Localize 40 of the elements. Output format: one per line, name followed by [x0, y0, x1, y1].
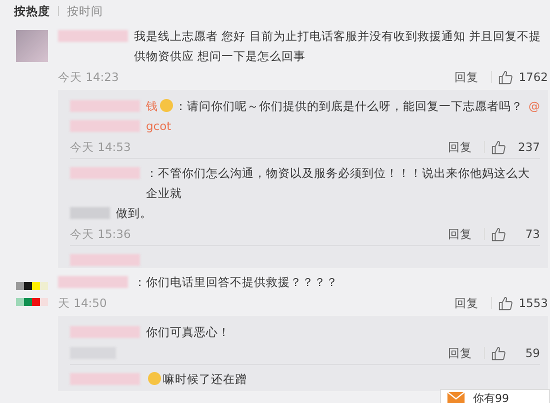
reply-button[interactable]: 回复: [442, 140, 478, 154]
blurred-username: [70, 254, 140, 266]
reply-time: 今天 14:53: [70, 140, 131, 154]
thumbs-up-icon[interactable]: [491, 346, 506, 360]
like-count: 1553: [518, 296, 548, 310]
reply-button[interactable]: 回复: [448, 296, 485, 310]
sort-tab[interactable]: 按热度: [14, 4, 50, 18]
reply-button[interactable]: 回复: [442, 346, 478, 360]
reply-text: ：请问你们呢～你们提供的到底是什么呀，能回复一下志愿者吗？: [175, 98, 524, 115]
like-count: 237: [517, 140, 540, 154]
blurred-username: [70, 167, 140, 179]
comment-time: 今天 14:23: [58, 70, 119, 84]
like-count: 73: [524, 227, 540, 241]
comment-text: ：你们电话里回答不提供救援？？？？: [134, 274, 339, 291]
blurred-username: [70, 373, 140, 385]
reply-text: 你们可真恶心！: [146, 324, 231, 341]
reply-text: 嘛时候了还在蹭: [163, 371, 248, 388]
notice-text: 你有99: [473, 390, 509, 403]
thumbs-up-icon[interactable]: [491, 140, 506, 154]
blurred-username: [70, 100, 140, 112]
comment-time: 天 14:50: [58, 296, 107, 310]
reply-text: 做到。: [116, 205, 152, 222]
thumbs-up-icon[interactable]: [491, 226, 506, 242]
blurred-username: [58, 30, 128, 42]
reply-text: ：不管你们怎么沟通，物资以及服务必须到位！！！说出来你他妈这么大企业就: [146, 165, 531, 202]
reply-time: 今天 15:36: [70, 226, 131, 242]
reply-button[interactable]: 回复: [442, 226, 478, 242]
reply-button[interactable]: 回复: [448, 70, 485, 84]
message-notice[interactable]: 你有99: [440, 389, 550, 403]
comment-text: 我是线上志愿者 您好 目前为止打电话客服并没有收到救援通知 并且回复不提供物资供应 想问一下是怎么回事: [134, 28, 542, 65]
like-count: 1762: [518, 70, 548, 84]
sort-tab[interactable]: 按时间: [67, 4, 103, 18]
blurred-username: [70, 326, 140, 338]
envelope-icon: [447, 392, 465, 403]
blurred-text: [70, 207, 110, 219]
blurred-username: [70, 120, 140, 132]
thumbs-up-icon[interactable]: [498, 296, 513, 310]
like-count: 59: [524, 346, 540, 360]
thumbs-up-icon[interactable]: [498, 70, 513, 84]
blurred-username: [58, 276, 128, 288]
